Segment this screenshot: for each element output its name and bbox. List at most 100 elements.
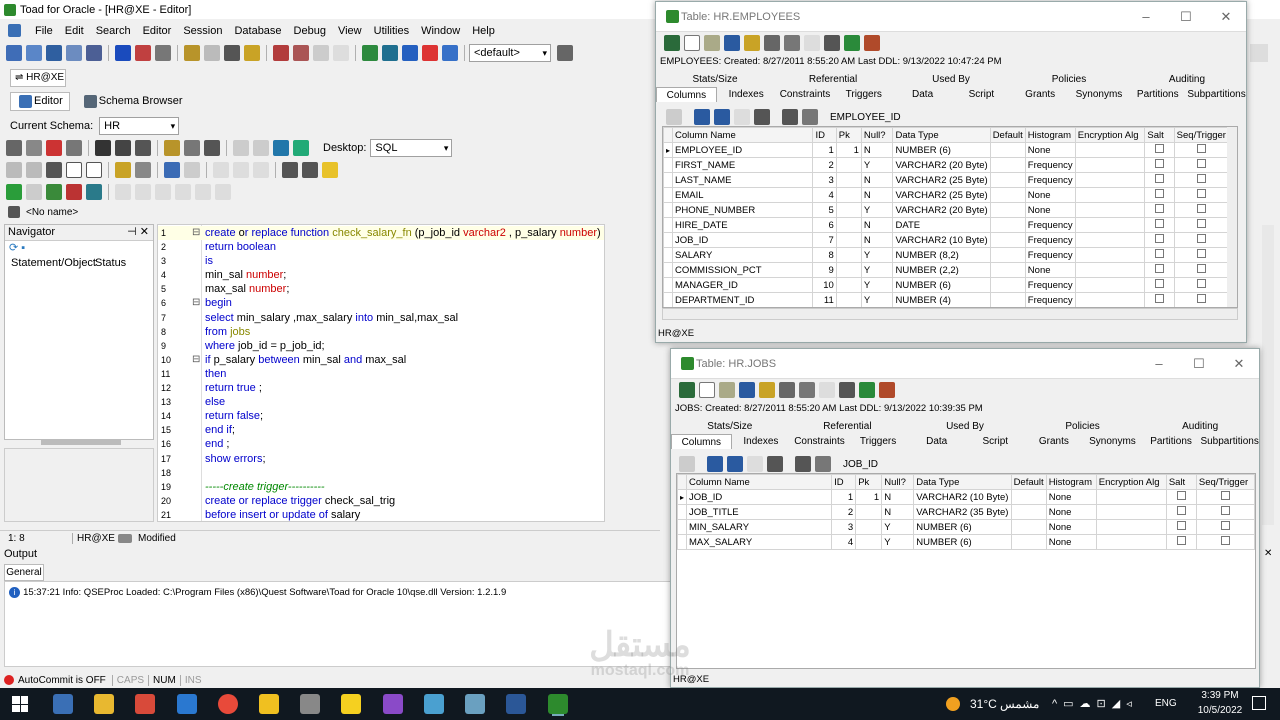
column-header[interactable]: ID <box>831 474 857 490</box>
table-cell[interactable] <box>989 277 1026 293</box>
minimize-button[interactable]: – <box>1139 356 1179 372</box>
checkbox[interactable] <box>1155 249 1165 258</box>
tab-stats-size[interactable]: Stats/Size <box>656 72 774 87</box>
menu-file[interactable]: File <box>29 25 59 37</box>
table-cell[interactable]: Y <box>881 534 915 550</box>
table-cell[interactable]: Y <box>860 157 894 173</box>
table-cell[interactable]: NUMBER (6) <box>913 519 1012 535</box>
copy-icon[interactable] <box>26 162 42 178</box>
table-cell[interactable]: 3 <box>831 519 857 535</box>
table-row[interactable]: COMMISSION_PCT 9 Y NUMBER (2,2) None <box>663 262 1230 278</box>
checkbox[interactable] <box>1220 506 1230 515</box>
tab-auditing[interactable]: Auditing <box>1141 419 1259 434</box>
table-cell[interactable]: 4 <box>831 534 857 550</box>
minimize-button[interactable]: – <box>1126 9 1166 25</box>
undo-icon[interactable] <box>164 162 180 178</box>
column-header[interactable]: Default <box>1010 474 1047 490</box>
clock-icon[interactable] <box>313 45 329 61</box>
desktop-combo[interactable]: SQL <box>370 139 453 157</box>
table-cell[interactable]: NUMBER (2,2) <box>892 262 991 278</box>
menu-help[interactable]: Help <box>466 25 501 37</box>
sort-asc-icon[interactable] <box>707 456 723 472</box>
checkbox-cell[interactable] <box>1173 157 1230 173</box>
close-button[interactable]: ✕ <box>1206 9 1246 25</box>
checkbox[interactable] <box>1196 204 1206 213</box>
tab-script[interactable]: Script <box>966 434 1025 449</box>
globe-icon[interactable] <box>557 45 573 61</box>
table-cell[interactable]: 1 <box>835 142 862 158</box>
schema-icon[interactable] <box>86 45 102 61</box>
disabled-tool-3-icon[interactable] <box>155 184 171 200</box>
checkbox[interactable] <box>1155 294 1165 303</box>
checkbox[interactable] <box>1155 204 1165 213</box>
table-cell[interactable] <box>855 504 883 520</box>
save-all-icon[interactable] <box>115 140 131 156</box>
checkbox[interactable] <box>1155 189 1165 198</box>
table-cell[interactable]: VARCHAR2 (20 Byte) <box>892 202 991 218</box>
wrench-icon[interactable] <box>864 35 880 51</box>
tab-subpartitions[interactable]: Subpartitions <box>1200 434 1259 449</box>
table-cell[interactable] <box>989 187 1026 203</box>
tab-constraints[interactable]: Constraints <box>790 434 849 449</box>
xy-icon[interactable] <box>734 109 750 125</box>
table-cell[interactable]: N <box>881 489 915 505</box>
connections-icon[interactable] <box>26 45 42 61</box>
abc-icon[interactable] <box>804 35 820 51</box>
new-connection-icon[interactable] <box>6 45 22 61</box>
layout-icon[interactable] <box>293 140 309 156</box>
analyze-icon[interactable] <box>859 382 875 398</box>
disabled-tool-4-icon[interactable] <box>175 184 191 200</box>
tab-synonyms[interactable]: Synonyms <box>1070 87 1129 102</box>
rebuild-icon[interactable] <box>824 35 840 51</box>
table-row[interactable]: MAX_SALARY 4 Y NUMBER (6) None <box>677 534 1255 550</box>
checkbox-cell[interactable] <box>1173 202 1230 218</box>
compile-icon[interactable] <box>46 184 62 200</box>
stop-icon[interactable] <box>422 45 438 61</box>
table-cell[interactable]: HIRE_DATE <box>672 217 814 233</box>
table-cell[interactable]: 1 <box>812 142 837 158</box>
lowercase-icon[interactable] <box>233 162 249 178</box>
table-row[interactable]: ▸ JOB_ID 1 1 N VARCHAR2 (10 Byte) None <box>677 489 1255 505</box>
table-cell[interactable]: Frequency <box>1024 157 1076 173</box>
disabled-tool-6-icon[interactable] <box>215 184 231 200</box>
tools-icon[interactable] <box>184 45 200 61</box>
new-icon[interactable] <box>66 162 82 178</box>
column-header[interactable]: Histogram <box>1024 127 1076 143</box>
table-cell[interactable]: VARCHAR2 (10 Byte) <box>892 232 991 248</box>
more-icon[interactable] <box>322 162 338 178</box>
cut-icon[interactable] <box>6 162 22 178</box>
checkbox-cell[interactable] <box>1173 292 1230 307</box>
checkbox-cell[interactable] <box>1173 172 1230 188</box>
tab-columns[interactable]: Columns <box>671 434 732 449</box>
abc-icon[interactable] <box>819 382 835 398</box>
table-cell[interactable]: 4 <box>812 187 837 203</box>
sort-asc-icon[interactable] <box>694 109 710 125</box>
new-doc-icon[interactable] <box>699 382 715 398</box>
table-cell[interactable]: 1 <box>831 489 857 505</box>
uppercase-icon[interactable] <box>213 162 229 178</box>
refresh-icon[interactable] <box>679 382 695 398</box>
filter-icon[interactable] <box>767 456 783 472</box>
disabled-tool-5-icon[interactable] <box>195 184 211 200</box>
table-row[interactable]: ▸ EMPLOYEE_ID 1 1 N NUMBER (6) None <box>663 142 1230 158</box>
schema-combo[interactable]: HR <box>99 117 180 135</box>
tab-schema-browser[interactable]: Schema Browser <box>76 92 189 111</box>
tree-icon[interactable] <box>739 382 755 398</box>
menu-window[interactable]: Window <box>415 25 466 37</box>
column-header[interactable]: Salt <box>1144 127 1175 143</box>
tab-data[interactable]: Data <box>893 87 952 102</box>
explain-icon[interactable] <box>26 140 42 156</box>
tab-policies[interactable]: Policies <box>1024 419 1142 434</box>
table-cell[interactable]: N <box>860 172 894 188</box>
employees-hscroll[interactable] <box>662 308 1238 320</box>
checkbox[interactable] <box>1176 536 1186 545</box>
right-search-icon[interactable] <box>1250 44 1268 62</box>
table-row[interactable]: LAST_NAME 3 N VARCHAR2 (25 Byte) Frequency <box>663 172 1230 188</box>
table-cell[interactable] <box>835 217 862 233</box>
table-cell[interactable]: 2 <box>831 504 857 520</box>
table-cell[interactable] <box>835 232 862 248</box>
upload-icon[interactable] <box>362 45 378 61</box>
table-cell[interactable]: 7 <box>812 232 837 248</box>
fold-icon[interactable]: ⊟ <box>192 353 200 367</box>
checkbox-cell[interactable] <box>1144 142 1175 158</box>
